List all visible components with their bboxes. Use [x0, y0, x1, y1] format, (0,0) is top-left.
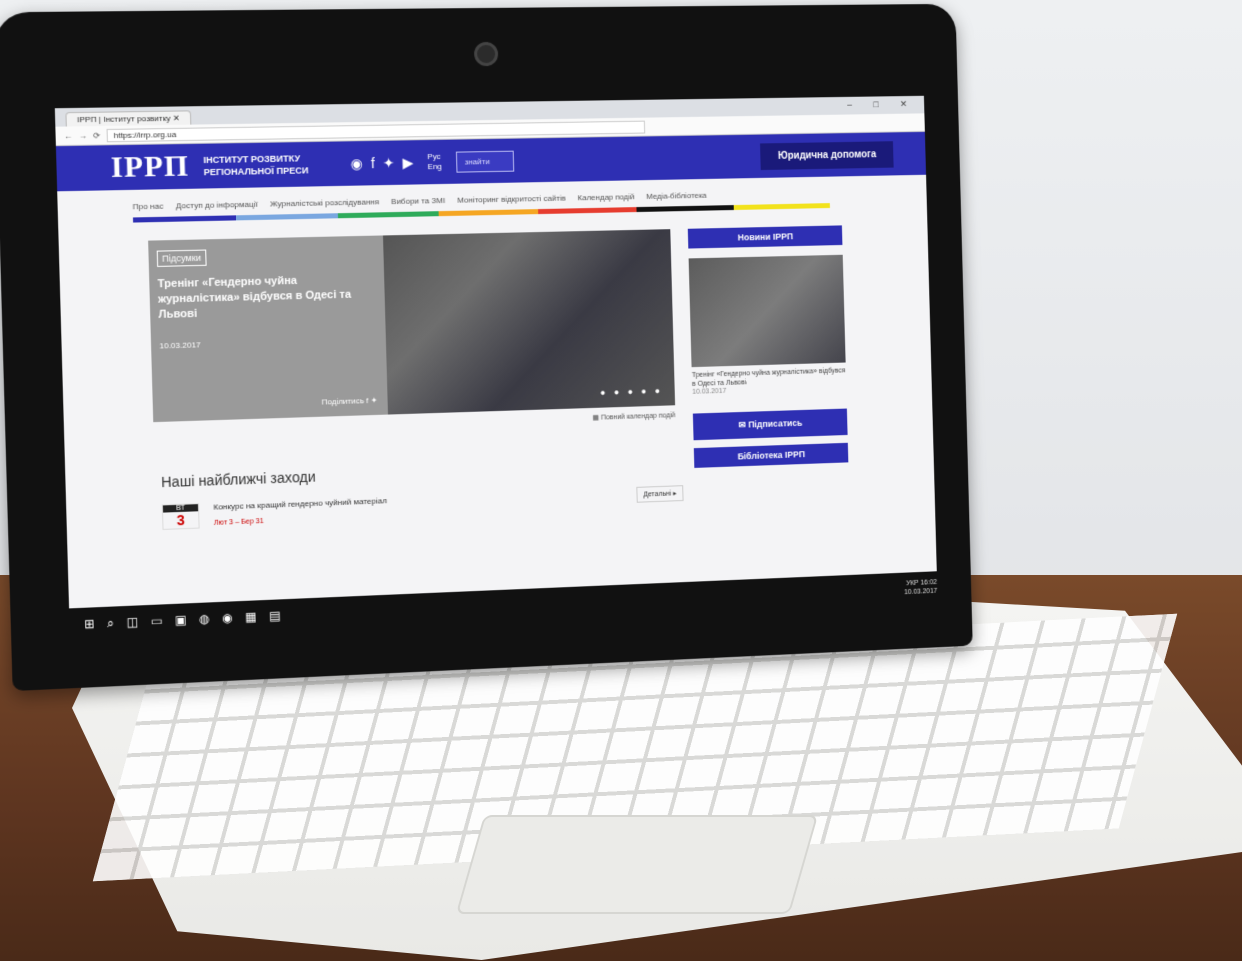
legal-help-button[interactable]: Юридична допомога — [760, 141, 893, 170]
calendar-link-label: Повний календар подій — [601, 412, 676, 421]
logo-text: ІНСТИТУТ РОЗВИТКУ РЕГІОНАЛЬНОЇ ПРЕСИ — [203, 152, 336, 179]
hero-slider[interactable]: Підсумки Тренінг «Гендерно чуйна журналі… — [148, 229, 675, 422]
touchpad — [456, 815, 818, 914]
event-title[interactable]: Конкурс на кращий гендерно чуйний матері… — [213, 496, 387, 512]
facebook-share-icon[interactable]: f — [366, 396, 369, 405]
tab-title: ІРРП | Інститут розвитку — [77, 114, 171, 125]
slider-dots[interactable]: ● ● ● ● ● — [600, 386, 663, 398]
excel-icon[interactable]: ▦ — [245, 610, 257, 625]
firefox-icon[interactable]: ◉ — [222, 611, 233, 626]
news-photo[interactable] — [689, 255, 846, 367]
slide-date: 10.03.2017 — [159, 335, 378, 350]
system-tray[interactable]: УКР 16:02 10.03.2017 — [904, 578, 938, 597]
nav-item[interactable]: Моніторинг відкритості сайтів — [457, 194, 566, 205]
browser-tab[interactable]: ІРРП | Інститут розвитку ✕ — [65, 110, 191, 126]
search-icon[interactable]: ⌕ — [107, 615, 114, 631]
event-details-button[interactable]: Детальні ▸ — [636, 485, 683, 503]
subscribe-label: Підписатись — [748, 418, 802, 430]
slide-badge: Підсумки — [157, 250, 207, 267]
webcam-icon — [474, 42, 499, 66]
task-view-icon[interactable]: ◫ — [126, 615, 138, 630]
nav-item[interactable]: Журналістські розслідування — [270, 197, 379, 208]
nav-item[interactable]: Доступ до інформації — [176, 200, 258, 211]
youtube-icon[interactable]: ▶ — [402, 154, 413, 171]
envelope-icon: ✉ — [738, 420, 748, 430]
facebook-icon[interactable]: f — [371, 155, 375, 172]
lang-en-link[interactable]: Eng — [427, 162, 442, 171]
forward-icon[interactable]: → — [78, 131, 87, 140]
window-controls[interactable]: – □ ✕ — [839, 99, 924, 115]
share-label: Поділитись — [321, 396, 364, 406]
lang-ru-link[interactable]: Рус — [427, 152, 441, 161]
nav-item[interactable]: Про нас — [133, 202, 164, 212]
start-icon[interactable]: ⊞ — [84, 617, 95, 632]
word-icon[interactable]: ▤ — [269, 608, 281, 623]
tray-lang[interactable]: УКР — [906, 580, 919, 587]
search-input[interactable]: знайти — [455, 150, 513, 172]
chrome-icon[interactable]: ◍ — [199, 612, 210, 627]
file-explorer-icon[interactable]: ▭ — [151, 614, 163, 629]
library-button[interactable]: Бібліотека ІРРП — [694, 443, 849, 468]
language-switcher: Рус Eng — [427, 152, 442, 172]
back-icon[interactable]: ← — [64, 131, 73, 140]
event-day: 3 — [163, 511, 199, 529]
laptop-screen: ІРРП | Інститут розвитку ✕ – □ ✕ ← → ⟳ h… — [55, 96, 938, 641]
share-row: Поділитись f ✦ — [321, 396, 377, 407]
main-content: Підсумки Тренінг «Гендерно чуйна журналі… — [58, 206, 934, 491]
event-item[interactable]: ВТ 3 Конкурс на кращий гендерно чуйний м… — [162, 485, 684, 530]
nav-item[interactable]: Календар подій — [577, 192, 634, 202]
nav-item[interactable]: Медіа-бібліотека — [646, 191, 707, 201]
twitter-share-icon[interactable]: ✦ — [371, 396, 378, 405]
event-calendar-badge: ВТ 3 — [162, 503, 200, 530]
laptop-lid: ІРРП | Інститут розвитку ✕ – □ ✕ ← → ⟳ h… — [0, 4, 973, 691]
twitter-icon[interactable]: ✦ — [383, 154, 395, 171]
slide-title[interactable]: Тренінг «Гендерно чуйна журналістика» ві… — [157, 272, 377, 323]
tray-time: 16:02 — [920, 579, 937, 587]
site-logo[interactable]: ІРРП — [110, 149, 189, 185]
nav-item[interactable]: Вибори та ЗМІ — [391, 196, 445, 206]
sidebar: Новини ІРРП Тренінг «Гендерно чуйна журн… — [688, 225, 849, 468]
subscribe-button[interactable]: ✉ Підписатись — [693, 409, 848, 441]
rss-icon[interactable]: ◉ — [350, 155, 363, 172]
reload-icon[interactable]: ⟳ — [93, 131, 100, 140]
slide-caption: Підсумки Тренінг «Гендерно чуйна журналі… — [148, 235, 388, 422]
tray-date: 10.03.2017 — [904, 588, 937, 596]
event-dates: Лют 3 – Бер 31 — [214, 513, 388, 527]
windows-taskbar: ⊞ ⌕ ◫ ▭ ▣ ◍ ◉ ▦ ▤ УКР 16:02 10.03.2017 — [69, 571, 938, 641]
social-links: ◉ f ✦ ▶ — [350, 154, 414, 172]
store-icon[interactable]: ▣ — [175, 613, 187, 628]
calendar-icon: ▦ — [592, 415, 601, 422]
news-button[interactable]: Новини ІРРП — [688, 225, 843, 248]
slide-photo[interactable]: ● ● ● ● ● — [383, 229, 675, 414]
